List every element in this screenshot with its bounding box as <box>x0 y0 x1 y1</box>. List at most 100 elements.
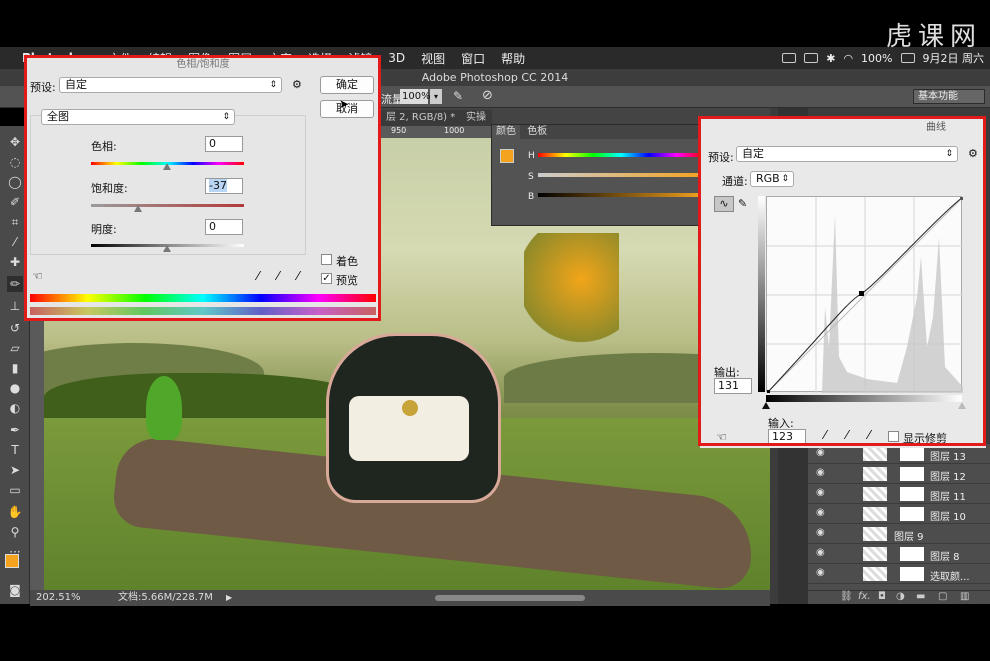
creative-cloud-icon[interactable] <box>804 53 819 63</box>
colorize-checkbox[interactable] <box>321 254 332 265</box>
input-input[interactable]: 123 <box>768 429 806 445</box>
tab-swatches[interactable]: 色板 <box>523 125 551 139</box>
layer-row[interactable]: ◉ 图层 11 <box>808 484 990 504</box>
saturation-slider-track[interactable] <box>91 204 244 207</box>
hue-slider-thumb[interactable] <box>163 163 171 170</box>
eraser-tool-icon[interactable]: ▱ <box>7 340 23 356</box>
black-point-slider[interactable] <box>762 402 770 409</box>
visibility-eye-icon[interactable]: ◉ <box>816 547 825 558</box>
preset-select[interactable]: 自定 ⇕ <box>59 77 282 93</box>
preview-checkbox[interactable]: ✓ <box>321 273 332 284</box>
path-select-icon[interactable]: ➤ <box>7 462 23 478</box>
eyedropper-icon[interactable]: ⁄ <box>257 269 259 283</box>
menu-help[interactable]: 帮助 <box>501 50 525 67</box>
layer-row[interactable]: ◉ 选取颜... <box>808 564 990 584</box>
menu-3d[interactable]: 3D <box>388 51 405 65</box>
move-tool-icon[interactable]: ✥ <box>7 134 23 150</box>
flow-input[interactable]: 100% <box>400 89 431 104</box>
gradient-tool-icon[interactable]: ▮ <box>7 360 23 376</box>
add-mask-icon[interactable]: ◘ <box>878 591 886 602</box>
visibility-eye-icon[interactable]: ◉ <box>816 527 825 538</box>
saturation-input[interactable]: -37 <box>205 178 243 194</box>
output-input[interactable]: 131 <box>714 378 752 394</box>
layer-row[interactable]: ◉ 图层 10 <box>808 504 990 524</box>
target-adjust-icon[interactable]: ☜ <box>32 269 43 283</box>
layer-row[interactable]: ◉ 图层 8 <box>808 544 990 564</box>
black-eyedropper-icon[interactable]: ⁄ <box>824 428 826 442</box>
ok-button[interactable]: 确定 <box>320 76 374 94</box>
white-eyedropper-icon[interactable]: ⁄ <box>868 428 870 442</box>
menu-window[interactable]: 窗口 <box>461 50 485 67</box>
type-tool-icon[interactable]: T <box>7 442 23 458</box>
preset-options-icon[interactable]: ⚙ <box>292 78 302 91</box>
pen-tool-icon[interactable]: ✒ <box>7 422 23 438</box>
saturation-bar[interactable] <box>538 173 704 177</box>
visibility-eye-icon[interactable]: ◉ <box>816 507 825 518</box>
dodge-tool-icon[interactable]: ◐ <box>7 400 23 416</box>
hand-tool-icon[interactable]: ✋ <box>7 504 23 520</box>
workspace-select[interactable]: 基本功能 <box>913 89 985 104</box>
crop-tool-icon[interactable]: ⌗ <box>7 214 23 230</box>
brush-tool-icon[interactable]: ✏ <box>7 276 23 292</box>
tab-document-2[interactable]: 实操 <box>460 110 492 126</box>
show-clipping-checkbox[interactable] <box>888 431 899 442</box>
link-layers-icon[interactable]: ⛓ <box>840 591 853 602</box>
layer-row[interactable]: ◉ 图层 12 <box>808 464 990 484</box>
brightness-bar[interactable] <box>538 193 704 197</box>
range-select[interactable]: 全图 ⇕ <box>41 109 235 125</box>
dropbox-icon[interactable] <box>782 53 797 63</box>
trash-icon[interactable]: ▥ <box>960 591 969 602</box>
saturation-slider-thumb[interactable] <box>134 205 142 212</box>
curve-mode-icon[interactable]: ∿ <box>714 196 734 212</box>
new-layer-icon[interactable]: ▢ <box>938 591 947 602</box>
wifi-icon[interactable]: ◠ <box>843 52 853 65</box>
foreground-color-swatch[interactable] <box>5 554 19 568</box>
lasso-tool-icon[interactable]: ◯ <box>7 174 23 190</box>
pencil-mode-icon[interactable]: ✎ <box>738 197 747 210</box>
menu-view[interactable]: 视图 <box>421 50 445 67</box>
gray-eyedropper-icon[interactable]: ⁄ <box>846 428 848 442</box>
tab-color[interactable]: 颜色 <box>492 125 520 139</box>
curve-graph[interactable] <box>766 196 964 394</box>
color-swatch[interactable] <box>500 149 514 163</box>
group-icon[interactable]: ▬ <box>916 591 925 602</box>
pressure-icon[interactable]: ⊘ <box>482 88 493 103</box>
tab-document-1[interactable]: 层 2, RGB/8) * <box>380 110 462 126</box>
bluetooth-icon[interactable]: ✱ <box>826 52 835 65</box>
eyedropper-minus-icon[interactable]: ⁄ <box>297 269 299 283</box>
clone-stamp-icon[interactable]: ⊥ <box>7 298 23 314</box>
visibility-eye-icon[interactable]: ◉ <box>816 567 825 578</box>
white-point-slider[interactable] <box>958 402 966 409</box>
history-brush-icon[interactable]: ↺ <box>7 320 23 336</box>
visibility-eye-icon[interactable]: ◉ <box>816 487 825 498</box>
lightness-input[interactable]: 0 <box>205 219 243 235</box>
zoom-tool-icon[interactable]: ⚲ <box>7 524 23 540</box>
adjustment-layer-icon[interactable]: ◑ <box>896 591 905 602</box>
preset-options-icon[interactable]: ⚙ <box>968 147 978 160</box>
eyedropper-tool-icon[interactable]: ⁄ <box>7 234 23 250</box>
blur-tool-icon[interactable]: ● <box>7 380 23 396</box>
eyedropper-plus-icon[interactable]: ⁄ <box>277 269 279 283</box>
curves-preset-select[interactable]: 自定 ⇕ <box>736 146 958 162</box>
flow-dropdown-icon[interactable]: ▾ <box>430 89 442 104</box>
channel-select[interactable]: RGB ⇕ <box>750 171 794 187</box>
marquee-tool-icon[interactable]: ◌ <box>7 154 23 170</box>
curve-graph-svg[interactable] <box>766 196 964 394</box>
fx-icon[interactable]: fx. <box>858 591 871 602</box>
horizontal-scrollbar[interactable] <box>435 595 585 601</box>
visibility-eye-icon[interactable]: ◉ <box>816 447 825 458</box>
layer-row[interactable]: ◉ 图层 9 <box>808 524 990 544</box>
zoom-level[interactable]: 202.51% <box>36 590 81 606</box>
status-menu-icon[interactable]: ▶ <box>226 590 232 606</box>
shape-tool-icon[interactable]: ▭ <box>7 482 23 498</box>
healing-brush-icon[interactable]: ✚ <box>7 254 23 270</box>
quick-select-icon[interactable]: ✐ <box>7 194 23 210</box>
target-adjust-icon[interactable]: ☜ <box>716 430 727 444</box>
airbrush-icon[interactable]: ✎ <box>453 89 463 103</box>
visibility-eye-icon[interactable]: ◉ <box>816 467 825 478</box>
lightness-slider-thumb[interactable] <box>163 245 171 252</box>
hue-bar[interactable] <box>538 153 704 157</box>
flag-icon[interactable] <box>900 53 915 63</box>
hue-input[interactable]: 0 <box>205 136 243 152</box>
quick-mask-icon[interactable]: ◙ <box>7 582 23 598</box>
